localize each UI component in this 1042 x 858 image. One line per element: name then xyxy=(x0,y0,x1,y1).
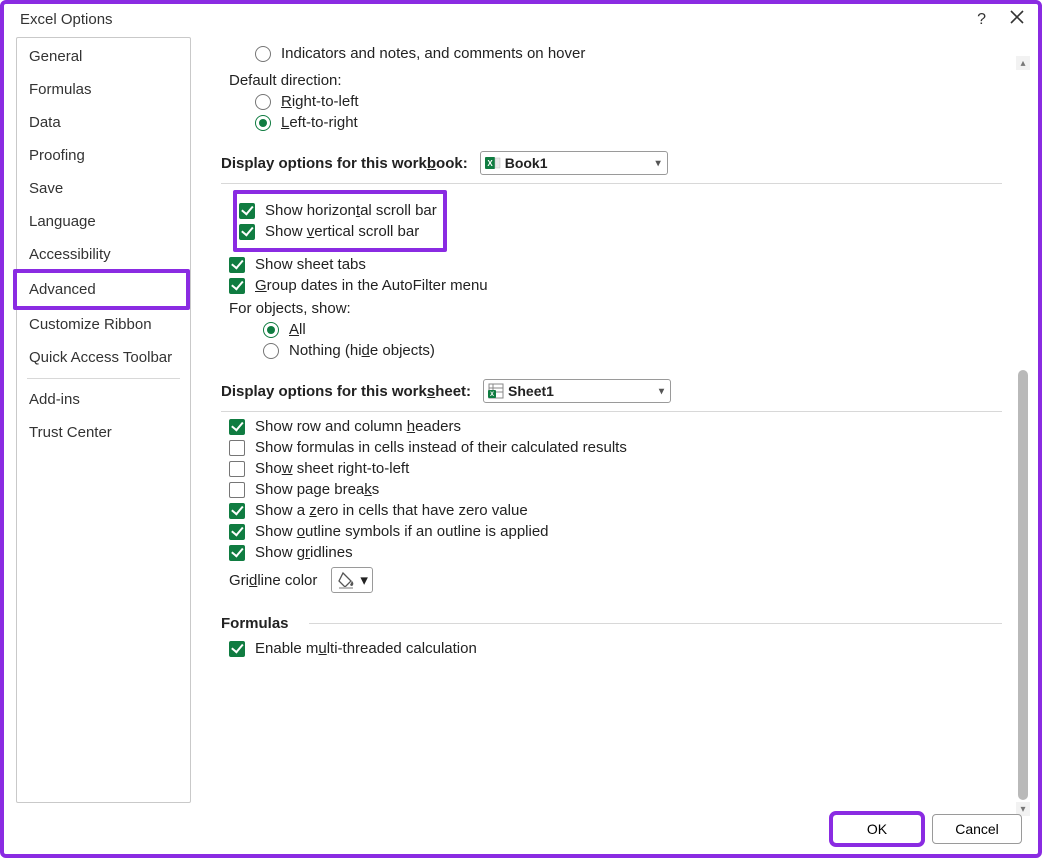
cancel-button[interactable]: Cancel xyxy=(932,814,1022,844)
paint-bucket-icon xyxy=(336,571,358,589)
svg-text:X: X xyxy=(490,392,494,398)
sidebar-item-customize-ribbon[interactable]: Customize Ribbon xyxy=(17,308,190,341)
checkbox-outline-symbols[interactable] xyxy=(229,524,245,540)
sidebar-item-language[interactable]: Language xyxy=(17,205,190,238)
checkbox-gridlines[interactable] xyxy=(229,545,245,561)
ok-button[interactable]: OK xyxy=(832,814,922,844)
label-multithread: Enable multi-threaded calculation xyxy=(255,640,477,657)
label-gridline-color: Gridline color xyxy=(229,572,317,589)
chevron-down-icon: ▾ xyxy=(657,386,666,397)
heading-worksheet-display: Display options for this worksheet: xyxy=(221,383,471,400)
label-h-scroll: Show horizontal scroll bar xyxy=(265,202,437,219)
radio-objects-all[interactable] xyxy=(263,322,279,338)
heading-formulas: Formulas xyxy=(221,615,289,632)
sidebar-item-accessibility[interactable]: Accessibility xyxy=(17,238,190,271)
sidebar-item-quick-access-toolbar[interactable]: Quick Access Toolbar xyxy=(17,341,190,374)
label-sheet-tabs: Show sheet tabs xyxy=(255,256,366,273)
svg-text:X: X xyxy=(487,159,493,168)
label-indicators-hover: Indicators and notes, and comments on ho… xyxy=(281,45,585,62)
worksheet-icon: X xyxy=(488,383,504,399)
radio-objects-nothing[interactable] xyxy=(263,343,279,359)
label-sheet-rtl: Show sheet right-to-left xyxy=(255,460,409,477)
checkbox-h-scroll[interactable] xyxy=(239,203,255,219)
checkbox-v-scroll[interactable] xyxy=(239,224,255,240)
excel-file-icon: X xyxy=(485,155,501,171)
sidebar-item-add-ins[interactable]: Add-ins xyxy=(17,383,190,416)
label-row-col-headers: Show row and column headers xyxy=(255,418,461,435)
sidebar-item-general[interactable]: General xyxy=(17,40,190,73)
dropdown-workbook-value: Book1 xyxy=(505,155,654,171)
label-rtl: Right-to-left xyxy=(281,93,359,110)
label-page-breaks: Show page breaks xyxy=(255,481,379,498)
checkbox-show-formulas[interactable] xyxy=(229,440,245,456)
label-for-objects: For objects, show: xyxy=(229,300,351,317)
checkbox-sheet-rtl[interactable] xyxy=(229,461,245,477)
checkbox-row-col-headers[interactable] xyxy=(229,419,245,435)
radio-ltr[interactable] xyxy=(255,115,271,131)
sidebar-item-trust-center[interactable]: Trust Center xyxy=(17,416,190,449)
checkbox-group-dates[interactable] xyxy=(229,278,245,294)
scroll-up-arrow-icon[interactable]: ▴ xyxy=(1016,56,1030,70)
scrollbar-thumb[interactable] xyxy=(1018,370,1028,800)
chevron-down-icon: ▾ xyxy=(654,158,663,169)
sidebar-item-save[interactable]: Save xyxy=(17,172,190,205)
radio-indicators-hover[interactable] xyxy=(255,46,271,62)
checkbox-page-breaks[interactable] xyxy=(229,482,245,498)
highlight-scrollbar-options: Show horizontal scroll bar Show vertical… xyxy=(233,190,447,252)
label-objects-nothing: Nothing (hide objects) xyxy=(289,342,435,359)
label-ltr: Left-to-right xyxy=(281,114,358,131)
help-icon[interactable]: ? xyxy=(977,11,986,29)
dialog-title: Excel Options xyxy=(20,11,113,28)
label-gridlines: Show gridlines xyxy=(255,544,353,561)
sidebar-item-data[interactable]: Data xyxy=(17,106,190,139)
close-icon[interactable] xyxy=(1010,10,1024,29)
label-default-direction: Default direction: xyxy=(229,72,342,89)
checkbox-zero-values[interactable] xyxy=(229,503,245,519)
dropdown-workbook[interactable]: X Book1 ▾ xyxy=(480,151,668,175)
radio-rtl[interactable] xyxy=(255,94,271,110)
sidebar-item-formulas[interactable]: Formulas xyxy=(17,73,190,106)
label-zero-values: Show a zero in cells that have zero valu… xyxy=(255,502,528,519)
sidebar-item-proofing[interactable]: Proofing xyxy=(17,139,190,172)
dropdown-worksheet-value: Sheet1 xyxy=(508,383,657,399)
label-outline-symbols: Show outline symbols if an outline is ap… xyxy=(255,523,549,540)
chevron-down-icon: ▾ xyxy=(360,571,368,589)
vertical-scrollbar[interactable]: ▴ ▾ xyxy=(1016,56,1030,816)
gridline-color-button[interactable]: ▾ xyxy=(331,567,373,593)
label-v-scroll: Show vertical scroll bar xyxy=(265,223,419,240)
label-group-dates: Group dates in the AutoFilter menu xyxy=(255,277,488,294)
options-sidebar: General Formulas Data Proofing Save Lang… xyxy=(16,37,191,803)
label-show-formulas: Show formulas in cells instead of their … xyxy=(255,439,627,456)
checkbox-multithread[interactable] xyxy=(229,641,245,657)
sidebar-item-advanced[interactable]: Advanced xyxy=(13,269,190,310)
checkbox-sheet-tabs[interactable] xyxy=(229,257,245,273)
label-objects-all: All xyxy=(289,321,306,338)
dropdown-worksheet[interactable]: X Sheet1 ▾ xyxy=(483,379,671,403)
heading-workbook-display: Display options for this workbook: xyxy=(221,155,468,172)
